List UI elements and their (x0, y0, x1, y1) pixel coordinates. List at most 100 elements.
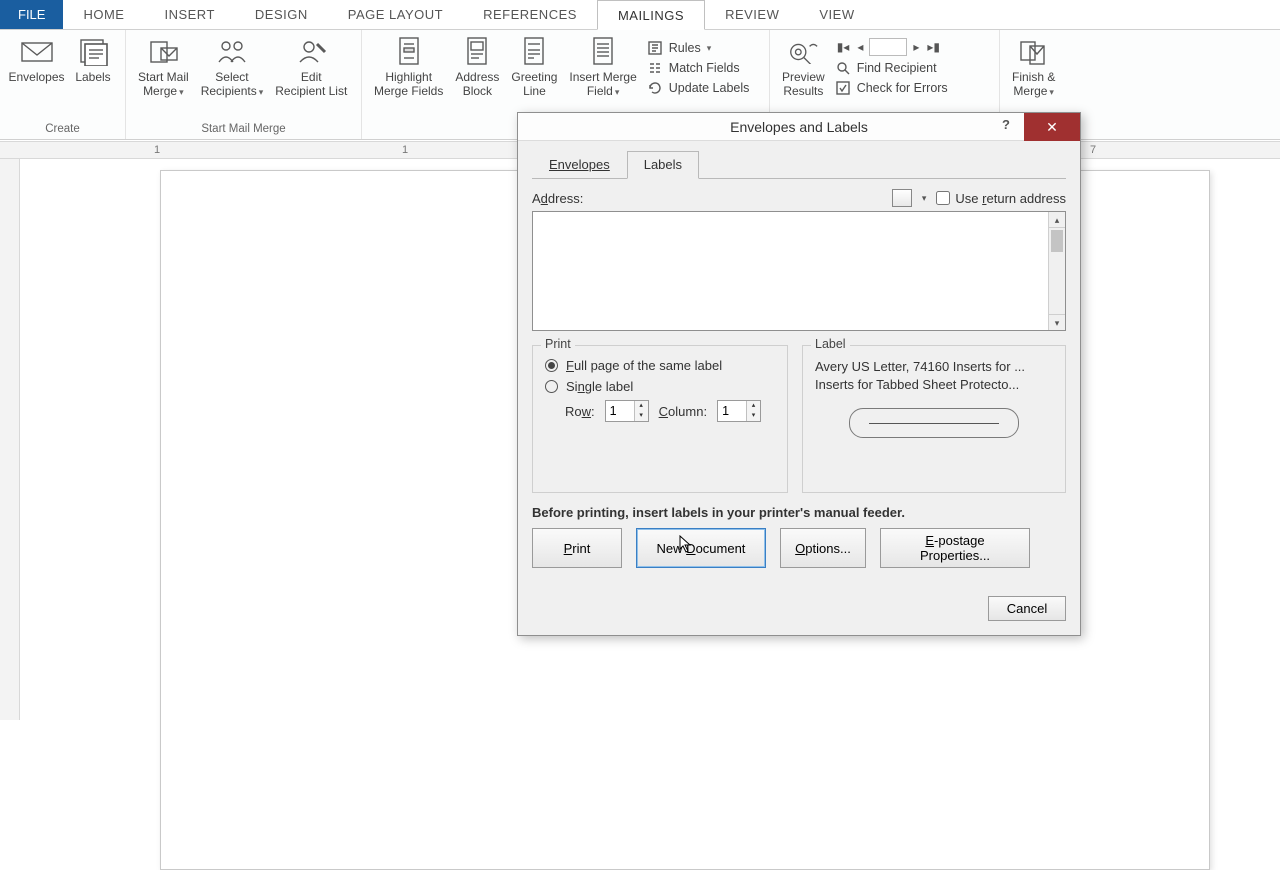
highlight-icon (393, 36, 425, 68)
start-mail-merge-button[interactable]: Start Mail Merge (132, 34, 195, 123)
scroll-thumb[interactable] (1051, 230, 1063, 252)
rules-label: Rules (669, 41, 701, 55)
use-return-address-input[interactable] (936, 191, 950, 205)
dialog-tab-labels[interactable]: Labels (627, 151, 699, 179)
address-block-icon (461, 36, 493, 68)
labels-icon (77, 36, 109, 68)
row-input[interactable] (606, 401, 634, 421)
scroll-up-icon[interactable]: ▴ (1049, 212, 1065, 228)
tab-design[interactable]: DESIGN (235, 0, 328, 29)
epostage-button[interactable]: E-postage Properties... (880, 528, 1030, 568)
edit-recipient-list-button[interactable]: Edit Recipient List (269, 34, 353, 123)
labels-label: Labels (75, 70, 110, 84)
col-down-icon[interactable]: ▾ (747, 411, 760, 421)
insert-merge-field-button[interactable]: Insert Merge Field (563, 34, 642, 123)
address-block-label: Address Block (455, 70, 499, 98)
group-create: Envelopes Labels Create (0, 30, 126, 139)
tab-mailings[interactable]: MAILINGS (597, 0, 705, 30)
finish-merge-label: Finish & Merge (1012, 70, 1055, 99)
address-book-dropdown[interactable]: ▾ (922, 193, 927, 204)
insert-merge-field-icon (587, 36, 619, 68)
first-record-icon[interactable]: ▮◂ (835, 40, 852, 54)
tab-view[interactable]: VIEW (799, 0, 874, 29)
finish-merge-icon (1018, 36, 1050, 68)
row-up-icon[interactable]: ▴ (635, 401, 648, 411)
find-recipient-button[interactable]: Find Recipient (835, 60, 948, 76)
rules-button[interactable]: Rules▾ (647, 40, 750, 56)
dialog-tabs: Envelopes Labels (532, 151, 1066, 179)
radio-full-page-input[interactable] (545, 359, 558, 372)
labels-button[interactable]: Labels (67, 34, 119, 123)
row-spinner[interactable]: ▴▾ (605, 400, 649, 422)
envelopes-label: Envelopes (8, 70, 64, 84)
select-recipients-button[interactable]: Select Recipients (195, 34, 270, 123)
radio-single-label[interactable]: Single label (545, 379, 775, 394)
dialog-help-button[interactable]: ? (996, 117, 1016, 137)
update-labels-icon (647, 80, 663, 96)
column-input[interactable] (718, 401, 746, 421)
column-spinner[interactable]: ▴▾ (717, 400, 761, 422)
preview-results-button[interactable]: Preview Results (776, 34, 831, 123)
greeting-line-button[interactable]: Greeting Line (505, 34, 563, 123)
address-textarea[interactable]: ▴ ▾ (532, 211, 1066, 331)
address-scrollbar[interactable]: ▴ ▾ (1048, 212, 1065, 330)
greeting-line-label: Greeting Line (511, 70, 557, 98)
col-up-icon[interactable]: ▴ (747, 401, 760, 411)
tab-insert[interactable]: INSERT (144, 0, 234, 29)
prev-record-icon[interactable]: ◂ (855, 40, 865, 54)
highlight-merge-fields-button[interactable]: Highlight Merge Fields (368, 34, 449, 123)
start-mail-merge-label: Start Mail Merge (138, 70, 189, 99)
envelope-icon (21, 36, 53, 68)
tab-page-layout[interactable]: PAGE LAYOUT (328, 0, 463, 29)
group-create-label: Create (6, 123, 119, 137)
print-instruction: Before printing, insert labels in your p… (532, 505, 1066, 520)
radio-single-label-input[interactable] (545, 380, 558, 393)
preview-results-label: Preview Results (782, 70, 825, 98)
print-button[interactable]: Print (532, 528, 622, 568)
row-down-icon[interactable]: ▾ (635, 411, 648, 421)
address-book-icon[interactable] (892, 189, 912, 207)
tab-strip: FILE HOME INSERT DESIGN PAGE LAYOUT REFE… (0, 0, 1280, 30)
check-errors-button[interactable]: Check for Errors (835, 80, 948, 96)
match-fields-button[interactable]: Match Fields (647, 60, 750, 76)
find-recipient-icon (835, 60, 851, 76)
finish-merge-button[interactable]: Finish & Merge (1006, 34, 1061, 123)
options-button[interactable]: Options... (780, 528, 866, 568)
tab-references[interactable]: REFERENCES (463, 0, 597, 29)
cancel-button[interactable]: Cancel (988, 596, 1066, 621)
greeting-line-icon (518, 36, 550, 68)
tab-file[interactable]: FILE (0, 0, 63, 29)
address-block-button[interactable]: Address Block (449, 34, 505, 123)
update-labels-label: Update Labels (669, 81, 750, 95)
update-labels-button[interactable]: Update Labels (647, 80, 750, 96)
group-start-label: Start Mail Merge (132, 123, 355, 137)
dialog-tab-envelopes[interactable]: Envelopes (532, 151, 627, 178)
radio-full-page[interactable]: Full page of the same label (545, 358, 775, 373)
print-fieldset: Print Full page of the same label Single… (532, 345, 788, 493)
edit-recipient-list-label: Edit Recipient List (275, 70, 347, 98)
dialog-title: Envelopes and Labels (730, 119, 868, 135)
use-return-address-checkbox[interactable]: Use return address (936, 191, 1066, 206)
preview-results-icon (787, 36, 819, 68)
find-recipient-label: Find Recipient (857, 61, 937, 75)
label-info-line2: Inserts for Tabbed Sheet Protecto... (815, 376, 1053, 394)
tab-home[interactable]: HOME (63, 0, 144, 29)
dialog-titlebar: Envelopes and Labels ? ✕ (518, 113, 1080, 141)
envelopes-labels-dialog: Envelopes and Labels ? ✕ Envelopes Label… (517, 112, 1081, 636)
ruler-mark: 7 (1090, 144, 1096, 156)
label-preview[interactable] (849, 408, 1019, 438)
envelopes-button[interactable]: Envelopes (6, 34, 67, 123)
label-legend: Label (811, 337, 850, 351)
tab-review[interactable]: REVIEW (705, 0, 799, 29)
ruler-mark: 1 (154, 144, 160, 156)
last-record-icon[interactable]: ▸▮ (925, 40, 942, 54)
next-record-icon[interactable]: ▸ (911, 40, 921, 54)
edit-recipient-list-icon (295, 36, 327, 68)
match-fields-label: Match Fields (669, 61, 740, 75)
scroll-down-icon[interactable]: ▾ (1049, 314, 1065, 330)
check-errors-label: Check for Errors (857, 81, 948, 95)
group-start-mail-merge: Start Mail Merge Select Recipients Edit … (126, 30, 362, 139)
dialog-close-button[interactable]: ✕ (1024, 113, 1080, 141)
record-number-input[interactable] (869, 38, 907, 56)
new-document-button[interactable]: New Document (636, 528, 766, 568)
